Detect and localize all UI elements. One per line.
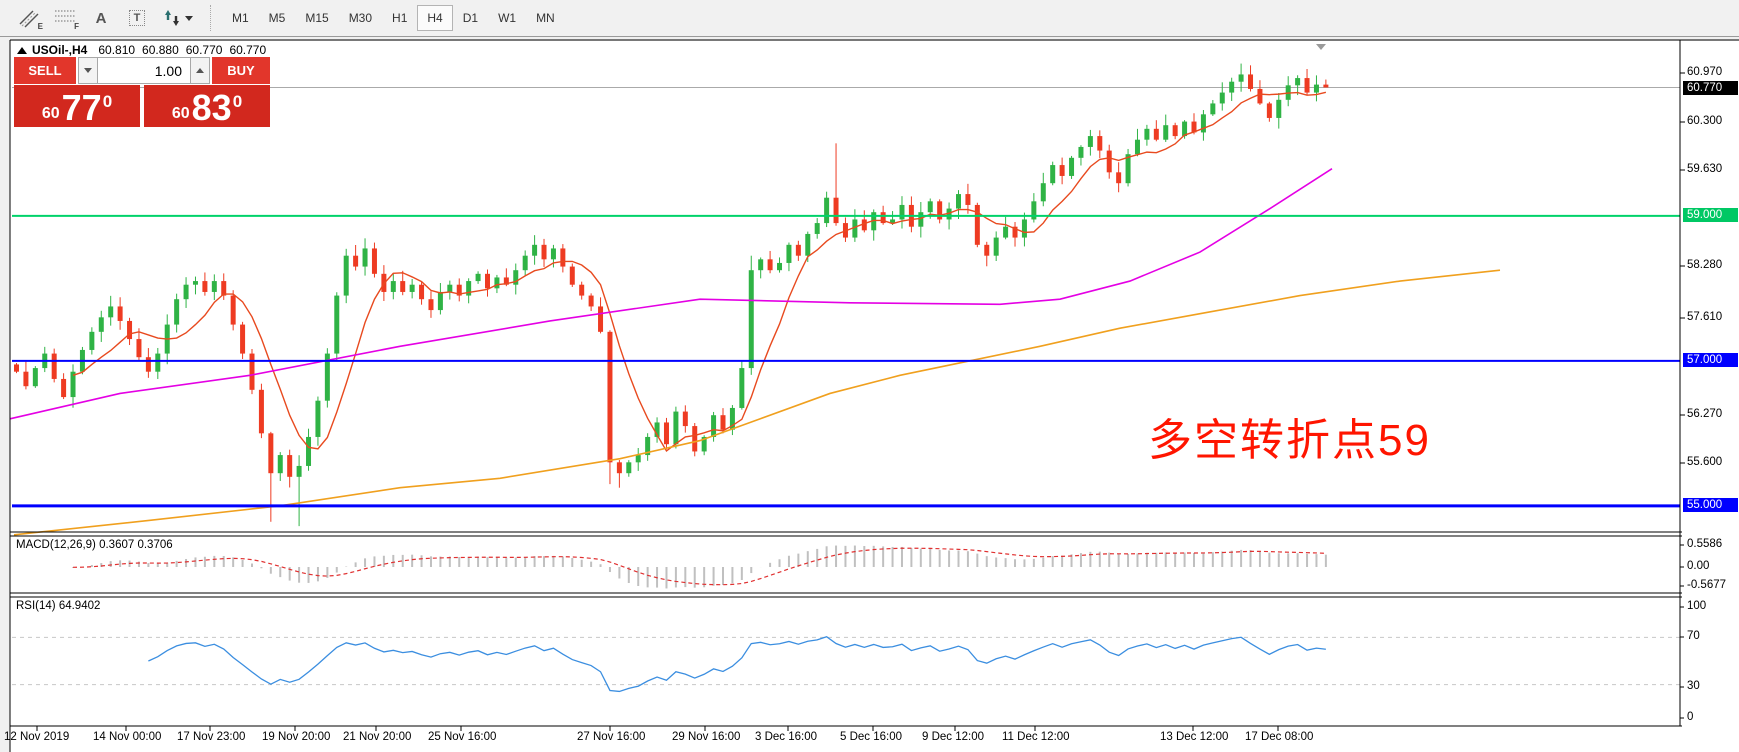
time-tick-label: 3 Dec 16:00 xyxy=(755,731,817,743)
time-tick-label: 19 Nov 20:00 xyxy=(262,731,330,743)
spin-up-icon xyxy=(196,68,204,73)
high-value: 60.880 xyxy=(142,43,179,57)
macd-axis-label: 0.00 xyxy=(1687,560,1709,572)
time-tick-label: 13 Dec 12:00 xyxy=(1160,731,1228,743)
price-badge: 55.000 xyxy=(1683,498,1738,512)
chart-shift-marker-icon[interactable] xyxy=(1316,44,1326,50)
spin-down-icon xyxy=(84,68,92,73)
ohlc-readout: 60.810 60.880 60.770 60.770 xyxy=(98,43,266,57)
one-click-trading-panel: SELL BUY 60 77 0 60 83 0 xyxy=(14,57,270,127)
rsi-axis-label: 0 xyxy=(1687,711,1693,723)
time-tick-label: 27 Nov 16:00 xyxy=(577,731,645,743)
buy-price-small: 60 xyxy=(172,106,190,124)
rsi-axis-label: 100 xyxy=(1687,600,1706,612)
price-tick-label: 57.610 xyxy=(1687,311,1722,323)
time-tick-label: 21 Nov 20:00 xyxy=(343,731,411,743)
price-tick-label: 59.630 xyxy=(1687,163,1722,175)
symbol-name: USOil-,H4 xyxy=(32,43,87,57)
sell-quote-panel[interactable]: 60 77 0 xyxy=(14,85,140,127)
macd-axis-label: 0.5586 xyxy=(1687,538,1722,550)
price-tick-label: 60.300 xyxy=(1687,115,1722,127)
macd-axis-label: -0.5677 xyxy=(1687,579,1726,591)
sell-price-big: 77 xyxy=(62,93,102,124)
time-tick-label: 11 Dec 12:00 xyxy=(1002,731,1070,743)
low-value: 60.770 xyxy=(186,43,223,57)
time-tick-label: 17 Dec 08:00 xyxy=(1245,731,1313,743)
open-value: 60.810 xyxy=(98,43,135,57)
time-tick-label: 29 Nov 16:00 xyxy=(672,731,740,743)
rsi-label: RSI(14) 64.9402 xyxy=(16,600,100,612)
trading-terminal: E F A T M1M5M15M30H1H4D1W1MN xyxy=(0,0,1739,752)
buy-quote-panel[interactable]: 60 83 0 xyxy=(144,85,270,127)
time-tick-label: 25 Nov 16:00 xyxy=(428,731,496,743)
volume-input[interactable] xyxy=(98,57,190,84)
time-tick-label: 12 Nov 2019 xyxy=(4,731,69,743)
volume-increase-button[interactable] xyxy=(190,57,210,84)
volume-decrease-button[interactable] xyxy=(78,57,98,84)
quote-row: 60 77 0 60 83 0 xyxy=(14,85,270,127)
price-tick-label: 55.600 xyxy=(1687,456,1722,468)
time-tick-label: 5 Dec 16:00 xyxy=(840,731,902,743)
symbol-header: USOil-,H4 60.810 60.880 60.770 60.770 xyxy=(17,43,266,57)
price-tick-label: 56.270 xyxy=(1687,408,1722,420)
rsi-axis-label: 70 xyxy=(1687,630,1700,642)
price-badge: 57.000 xyxy=(1683,353,1738,367)
price-badge: 59.000 xyxy=(1683,208,1738,222)
chart-annotation-text: 多空转折点59 xyxy=(1148,404,1431,468)
sell-price-sup: 0 xyxy=(103,93,112,110)
buy-price-big: 83 xyxy=(192,93,232,124)
price-badge: 60.770 xyxy=(1683,81,1738,95)
price-tick-label: 60.970 xyxy=(1687,66,1722,78)
rsi-axis-label: 30 xyxy=(1687,680,1700,692)
sell-price-small: 60 xyxy=(42,106,60,124)
time-tick-label: 14 Nov 00:00 xyxy=(93,731,161,743)
order-row: SELL BUY xyxy=(14,57,270,84)
close-value: 60.770 xyxy=(229,43,266,57)
time-tick-label: 9 Dec 12:00 xyxy=(922,731,984,743)
one-click-collapse-icon[interactable] xyxy=(17,47,27,54)
macd-label: MACD(12,26,9) 0.3607 0.3706 xyxy=(16,539,173,551)
price-tick-label: 58.280 xyxy=(1687,259,1722,271)
time-tick-label: 17 Nov 23:00 xyxy=(177,731,245,743)
buy-price-sup: 0 xyxy=(233,93,242,110)
buy-button[interactable]: BUY xyxy=(212,57,270,84)
sell-button[interactable]: SELL xyxy=(14,57,76,84)
